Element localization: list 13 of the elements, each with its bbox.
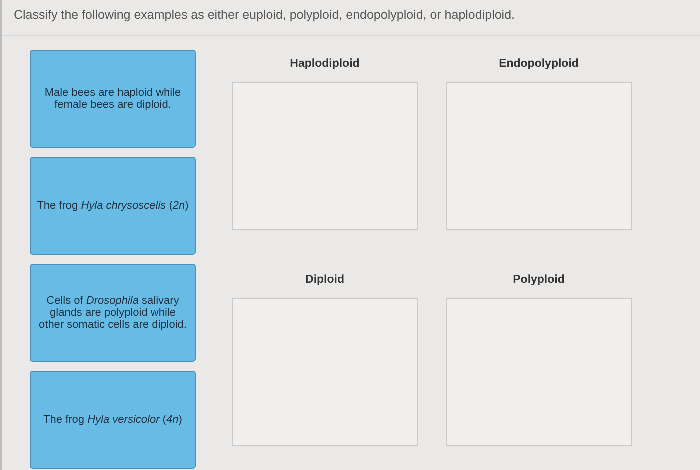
drop-zone[interactable] [446, 298, 632, 446]
instruction-text: Classify the following examples as either euploid, polyploid, endopolyploid, or haplodiploid. [14, 8, 516, 22]
category-label: Haplodiploid [290, 58, 360, 72]
answer-card[interactable]: Male bees are haploid while female bees are diploid. [30, 50, 196, 148]
drop-zone[interactable] [232, 298, 418, 446]
answer-card[interactable]: Cells of Drosophila salivary glands are polyploid while other somatic cells are diploid. [30, 264, 196, 362]
drop-zone[interactable] [446, 82, 632, 230]
category-label: Endopolyploid [499, 58, 579, 72]
category-label: Diploid [306, 274, 344, 288]
drop-zone[interactable] [232, 82, 418, 230]
category-label: Polyploid [513, 274, 565, 288]
answer-card[interactable]: The frog Hyla versicolor (4n) [30, 371, 196, 469]
answer-card[interactable]: The frog Hyla chrysoscelis (2n) [30, 157, 196, 255]
